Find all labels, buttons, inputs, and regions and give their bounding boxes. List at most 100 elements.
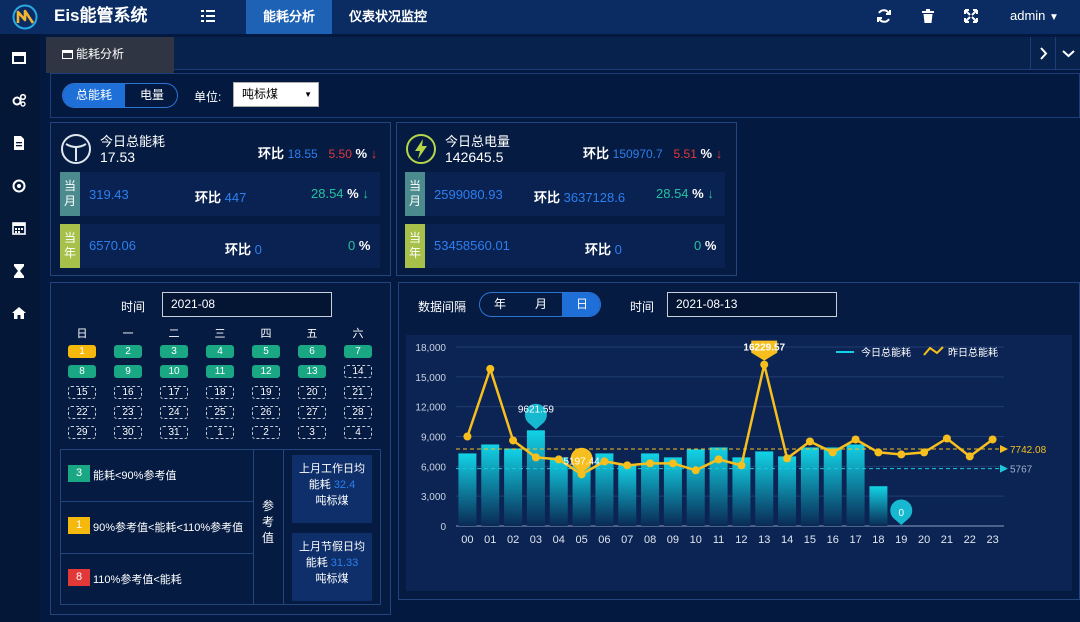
calendar-day[interactable]: 25 <box>206 405 234 419</box>
calendar-day[interactable]: 24 <box>160 405 188 419</box>
calendar-day[interactable]: 16 <box>114 385 142 399</box>
calendar-day[interactable]: 22 <box>68 405 96 419</box>
calendar-day[interactable]: 8 <box>68 365 96 379</box>
line-point <box>760 360 769 369</box>
energy-icon <box>61 134 91 164</box>
arrow-down-icon: ↓ <box>370 146 378 161</box>
calendar-day[interactable]: 26 <box>252 405 280 419</box>
legend-badge: 3 <box>68 465 90 482</box>
document-icon[interactable] <box>11 135 27 151</box>
power-card-value: 142645.5 <box>445 149 504 165</box>
calendar-day[interactable]: 23 <box>114 405 142 419</box>
calendar-day[interactable]: 11 <box>206 365 234 379</box>
calendar-day[interactable]: 10 <box>160 365 188 379</box>
x-tick-label: 22 <box>964 534 976 546</box>
ratio-value: 0 <box>254 242 262 257</box>
line-point <box>463 432 472 441</box>
calendar-day[interactable]: 4 <box>344 426 372 440</box>
y-tick-label: 12,000 <box>415 403 446 414</box>
power-month-ratio: 环比 3637128.6 <box>534 187 625 206</box>
interval-label: 数据间隔 <box>418 300 467 314</box>
calendar-day[interactable]: 2 <box>114 345 142 358</box>
legend-badge: 1 <box>68 517 90 534</box>
calendar-day[interactable]: 4 <box>206 345 234 358</box>
x-tick-label: 10 <box>690 534 702 546</box>
weekday-label: 六 <box>352 328 364 340</box>
legend-today-label: 今日总能耗 <box>861 346 911 359</box>
target-icon[interactable] <box>11 178 27 194</box>
refresh-icon[interactable] <box>876 8 892 24</box>
bar-today <box>686 449 705 526</box>
tab-next-button[interactable] <box>1030 37 1055 70</box>
calendar-day[interactable]: 21 <box>344 385 372 399</box>
calendar-day[interactable]: 7 <box>344 345 372 358</box>
fullscreen-icon[interactable] <box>963 8 979 24</box>
hourglass-icon[interactable] <box>11 263 27 279</box>
nav-meter-monitoring[interactable]: 仪表状况监控 <box>338 0 438 34</box>
workday-value: 32.4 <box>333 479 356 491</box>
calendar-day[interactable]: 6 <box>298 345 326 358</box>
menu-toggle-icon[interactable] <box>200 9 216 23</box>
ratio-label: 环比 <box>225 242 252 257</box>
percent-sign: % <box>700 146 713 161</box>
calendar-day[interactable]: 20 <box>298 385 326 399</box>
sidebar <box>0 34 40 622</box>
power-month-value: 2599080.93 <box>434 187 503 202</box>
calendar-day[interactable]: 30 <box>114 426 142 440</box>
calendar-day[interactable]: 2 <box>252 426 280 440</box>
calendar-day[interactable]: 1 <box>206 426 234 440</box>
average-label: 5767 <box>1010 465 1033 476</box>
logo-icon <box>12 4 38 30</box>
trash-icon[interactable] <box>920 8 936 24</box>
calendar-day[interactable]: 14 <box>344 365 372 379</box>
calendar-day[interactable]: 17 <box>160 385 188 399</box>
calendar-day[interactable]: 1 <box>68 345 96 358</box>
toggle-total-energy[interactable]: 总能耗 <box>63 84 125 107</box>
lightning-icon <box>406 134 436 164</box>
percent-value: 0 <box>348 238 356 253</box>
home-icon[interactable] <box>11 305 27 321</box>
calendar-day[interactable]: 9 <box>114 365 142 379</box>
x-tick-label: 08 <box>644 534 656 546</box>
calendar-day[interactable]: 19 <box>252 385 280 399</box>
tab-dropdown-button[interactable] <box>1055 37 1080 70</box>
y-tick-label: 18,000 <box>415 343 446 354</box>
line-yesterday <box>466 364 994 476</box>
interval-month[interactable]: 月 <box>520 293 562 316</box>
bar-today <box>869 486 888 526</box>
bar-today <box>458 453 477 526</box>
calendar-day[interactable]: 12 <box>252 365 280 379</box>
calendar-day[interactable]: 3 <box>160 345 188 358</box>
calendar-day[interactable]: 18 <box>206 385 234 399</box>
y-tick-label: 9,000 <box>421 433 446 444</box>
date-picker-input[interactable]: 2021-08-13 <box>667 292 837 317</box>
gears-icon[interactable] <box>11 92 27 108</box>
calendar-day[interactable]: 3 <box>298 426 326 440</box>
tab-energy-analysis[interactable]: 能耗分析 <box>46 37 174 73</box>
calendar-day[interactable]: 29 <box>68 426 96 440</box>
window-icon[interactable] <box>11 50 27 66</box>
calendar-day[interactable]: 15 <box>68 385 96 399</box>
calendar-day[interactable]: 28 <box>344 405 372 419</box>
line-point <box>828 448 837 457</box>
user-menu[interactable]: admin ▼ <box>1010 0 1059 34</box>
calendar-day[interactable]: 5 <box>252 345 280 358</box>
x-tick-label: 03 <box>530 534 542 546</box>
workday-label: 能耗 <box>308 479 331 491</box>
x-tick-label: 09 <box>667 534 679 546</box>
calendar-icon[interactable] <box>11 220 27 236</box>
interval-year[interactable]: 年 <box>480 293 520 316</box>
energy-year-value: 6570.06 <box>89 238 136 253</box>
line-point <box>851 435 860 444</box>
unit-select[interactable]: 吨标煤 ▼ <box>233 82 319 107</box>
interval-day[interactable]: 日 <box>562 293 600 316</box>
y-tick-label: 0 <box>440 522 446 533</box>
line-point <box>554 455 563 464</box>
x-tick-label: 18 <box>872 534 884 546</box>
calendar-day[interactable]: 27 <box>298 405 326 419</box>
month-picker-input[interactable]: 2021-08 <box>162 292 332 317</box>
calendar-day[interactable]: 31 <box>160 426 188 440</box>
nav-energy-analysis[interactable]: 能耗分析 <box>246 0 332 34</box>
calendar-day[interactable]: 13 <box>298 365 326 379</box>
toggle-electricity[interactable]: 电量 <box>125 84 177 107</box>
